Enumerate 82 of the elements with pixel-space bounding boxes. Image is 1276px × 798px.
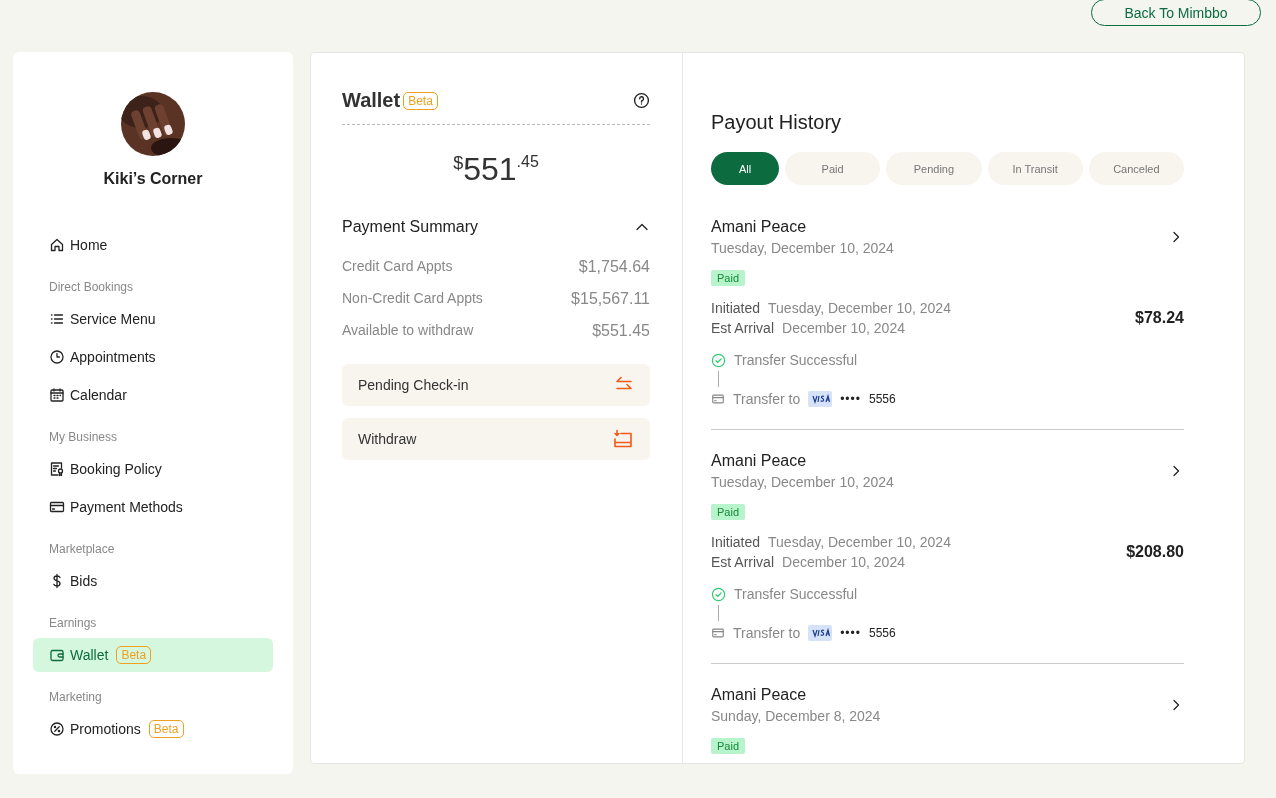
card-last-digits: 5556 bbox=[869, 626, 896, 640]
beta-badge: Beta bbox=[403, 91, 438, 110]
payout-date: Tuesday, December 10, 2024 bbox=[711, 474, 895, 490]
list-icon bbox=[49, 311, 65, 327]
step-text: Transfer Successful bbox=[734, 586, 858, 602]
sidebar-item[interactable]: Appointments bbox=[33, 340, 273, 374]
clock-icon bbox=[49, 349, 65, 365]
section-heading: Marketing bbox=[48, 689, 103, 706]
sidebar-item[interactable]: Calendar bbox=[33, 378, 273, 412]
summary-label: Credit Card Appts bbox=[342, 258, 453, 276]
status-badge: Paid bbox=[711, 738, 746, 754]
section-heading: Marketplace bbox=[48, 541, 116, 558]
filter-tab[interactable]: Pending bbox=[886, 152, 982, 185]
sidebar-item[interactable]: Home bbox=[33, 228, 273, 262]
document-badge-icon bbox=[49, 461, 65, 477]
sidebar-item-label: Booking Policy bbox=[70, 461, 162, 477]
sidebar-item-label: Home bbox=[70, 237, 108, 253]
summary-label: Available to withdraw bbox=[342, 322, 474, 340]
card-brand-icon bbox=[808, 625, 833, 641]
profile-name: Kiki’s Corner bbox=[103, 170, 203, 188]
arrival-text: Est Arrival December 10, 2024 bbox=[711, 319, 906, 338]
summary-title: Payment Summary bbox=[342, 218, 479, 236]
action-button[interactable]: Withdraw bbox=[342, 418, 650, 460]
status-badge: Paid bbox=[711, 504, 746, 520]
check-circle-icon bbox=[711, 352, 726, 368]
sidebar-item[interactable]: Wallet Beta bbox=[33, 638, 273, 672]
percent-badge-icon bbox=[49, 721, 65, 737]
sidebar-item[interactable]: Bids bbox=[33, 564, 273, 598]
step-text: Transfer Successful bbox=[734, 352, 858, 368]
sidebar-item-label: Appointments bbox=[70, 349, 156, 365]
payee-name: Amani Peace bbox=[711, 452, 808, 470]
initiated-text: Initiated Tuesday, December 10, 2024 bbox=[711, 533, 952, 552]
filter-tab[interactable]: Paid bbox=[785, 152, 881, 185]
card-icon bbox=[711, 392, 725, 406]
card-download-icon bbox=[612, 429, 634, 449]
sidebar-item-label: Bids bbox=[70, 573, 98, 589]
sidebar-item-label: Payment Methods bbox=[70, 499, 183, 515]
payout-amount: $208.80 bbox=[1126, 543, 1184, 561]
calendar-icon bbox=[49, 387, 65, 403]
action-button[interactable]: Pending Check-in bbox=[342, 364, 650, 406]
section-heading: Earnings bbox=[48, 615, 98, 632]
summary-value: $1,754.64 bbox=[578, 258, 650, 277]
status-badge: Paid bbox=[711, 270, 746, 286]
card-icon bbox=[711, 626, 725, 640]
summary-value: $15,567.11 bbox=[571, 290, 650, 309]
transfer-label: Transfer to bbox=[733, 625, 801, 641]
sidebar-item-label: Promotions bbox=[70, 721, 141, 737]
summary-label: Non-Credit Card Appts bbox=[342, 290, 483, 308]
sidebar-item[interactable]: Booking Policy bbox=[33, 452, 273, 486]
section-heading: Direct Bookings bbox=[48, 279, 135, 296]
payout-date: Sunday, December 8, 2024 bbox=[711, 708, 882, 724]
sidebar-item-label: Service Menu bbox=[70, 311, 156, 327]
sidebar-item[interactable]: Promotions Beta bbox=[33, 712, 273, 746]
card-icon bbox=[49, 499, 65, 515]
transfer-label: Transfer to bbox=[733, 391, 801, 407]
beta-badge: Beta bbox=[116, 646, 152, 664]
card-mask: •••• bbox=[840, 392, 861, 406]
card-mask: •••• bbox=[840, 626, 861, 640]
summary-value: $551.45 bbox=[592, 322, 650, 341]
check-circle-icon bbox=[711, 586, 726, 602]
payout-date: Tuesday, December 10, 2024 bbox=[711, 240, 895, 256]
payout-title: Payout History bbox=[711, 111, 843, 134]
initiated-text: Initiated Tuesday, December 10, 2024 bbox=[711, 299, 952, 318]
filter-tab[interactable]: In Transit bbox=[987, 152, 1083, 185]
beta-badge: Beta bbox=[148, 720, 184, 738]
home-icon bbox=[49, 237, 65, 253]
sidebar-item[interactable]: Service Menu bbox=[33, 302, 273, 336]
sidebar-item[interactable]: Payment Methods bbox=[33, 490, 273, 524]
card-last-digits: 5556 bbox=[869, 392, 896, 406]
sidebar-item-label: Wallet bbox=[70, 647, 109, 663]
filter-tab[interactable]: All bbox=[711, 152, 779, 185]
section-heading: My Business bbox=[48, 429, 119, 446]
arrival-text: Est Arrival December 10, 2024 bbox=[711, 553, 906, 572]
payee-name: Amani Peace bbox=[711, 686, 808, 704]
payee-name: Amani Peace bbox=[711, 218, 808, 236]
filter-tab[interactable]: Canceled bbox=[1088, 152, 1184, 185]
wallet-title: Wallet bbox=[342, 89, 401, 112]
help-icon bbox=[633, 92, 650, 109]
card-brand-icon bbox=[808, 391, 833, 407]
wallet-icon bbox=[49, 647, 65, 663]
payout-amount: $78.24 bbox=[1135, 309, 1184, 327]
sidebar-item-label: Calendar bbox=[70, 387, 127, 403]
